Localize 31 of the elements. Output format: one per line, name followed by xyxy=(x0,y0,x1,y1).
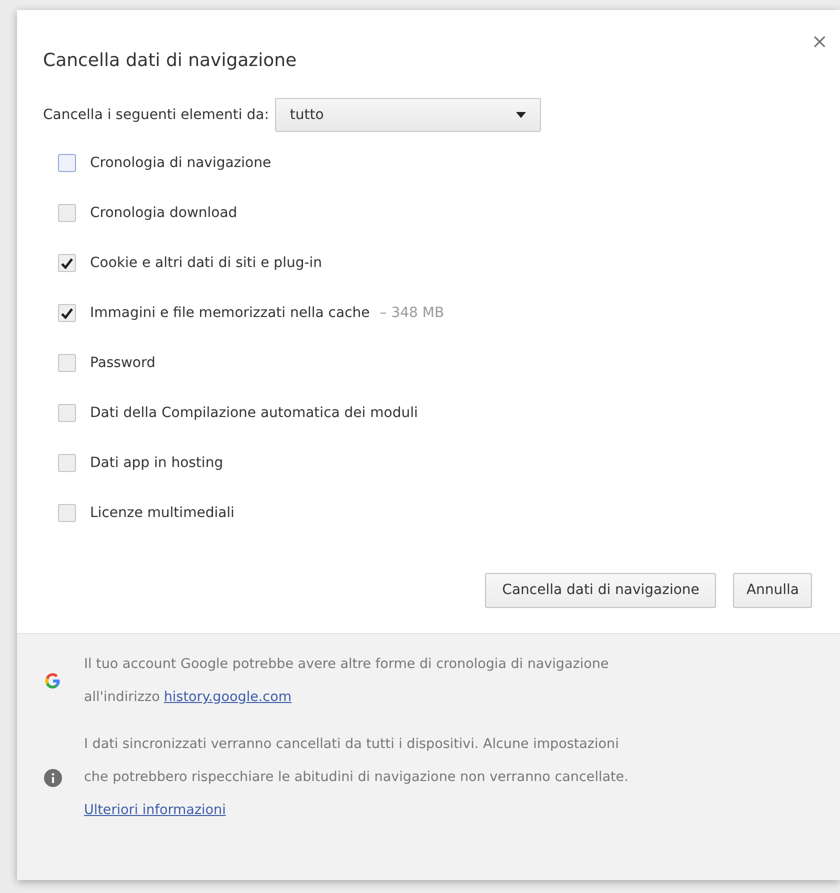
note-text: che potrebbero rispecchiare le abitudini di navigazione non verranno cancellate. xyxy=(84,768,628,787)
close-button[interactable]: × xyxy=(811,31,828,51)
note-text: I dati sincronizzati verranno cancellati da tutti i dispositivi. Alcune impostazioni xyxy=(84,735,620,754)
checkbox-label: Cookie e altri dati di siti e plug-in xyxy=(90,254,322,272)
cache-size: – 348 MB xyxy=(380,304,444,322)
clear-data-button[interactable]: Cancella dati di navigazione xyxy=(485,573,716,608)
checkbox-label: Cronologia di navigazione xyxy=(90,154,272,172)
checkbox-label: Dati della Compilazione automatica dei moduli xyxy=(90,404,418,422)
checkbox[interactable] xyxy=(58,204,76,222)
link[interactable]: history.google.com xyxy=(164,681,292,714)
checkbox[interactable] xyxy=(58,454,76,472)
info-icon xyxy=(44,768,62,786)
checkbox-label: Password xyxy=(90,354,156,372)
checkbox[interactable] xyxy=(58,254,76,272)
range-label: Cancella i seguenti elementi da: xyxy=(43,106,269,124)
google-g-icon xyxy=(44,672,62,690)
note-text: all'indirizzo xyxy=(84,688,160,707)
range-dropdown[interactable]: tutto xyxy=(274,98,541,132)
checkbox[interactable] xyxy=(58,304,76,322)
dialog-title: Cancella dati di navigazione xyxy=(43,49,297,73)
note-text: Il tuo account Google potrebbe avere altre forme di cronologia di navigazione xyxy=(84,655,609,674)
link[interactable]: Ulteriori informazioni xyxy=(84,794,226,827)
checkbox[interactable] xyxy=(58,504,76,522)
caret-icon xyxy=(516,112,526,118)
checkbox-label: Cronologia download xyxy=(90,204,238,222)
cancel-button[interactable]: Annulla xyxy=(733,573,812,608)
checkbox[interactable] xyxy=(58,354,76,372)
checkbox-label: Immagini e file memorizzati nella cache xyxy=(90,304,370,322)
checkbox-label: Dati app in hosting xyxy=(90,454,224,472)
checkbox-label: Licenze multimediali xyxy=(90,504,234,522)
checkbox[interactable] xyxy=(58,404,76,422)
